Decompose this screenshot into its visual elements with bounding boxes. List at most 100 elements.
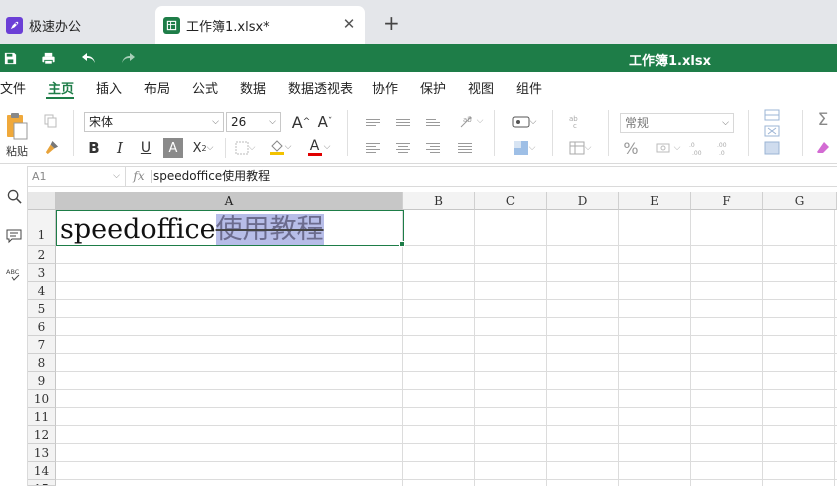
comment-icon[interactable]: [4, 226, 24, 246]
name-box[interactable]: A1 ⌵: [28, 167, 126, 186]
row-header[interactable]: 14: [28, 462, 56, 480]
row-header[interactable]: 7: [28, 336, 56, 354]
chevron-down-icon: ⌵: [722, 118, 729, 128]
print-icon[interactable]: [38, 49, 58, 67]
spreadsheet-icon: [163, 16, 180, 34]
menu-protect[interactable]: 保护: [420, 78, 446, 97]
align-top-icon[interactable]: [364, 114, 382, 130]
increase-decimal-icon[interactable]: .00.0: [714, 138, 734, 158]
justify-icon[interactable]: [456, 140, 474, 156]
search-icon[interactable]: [4, 186, 24, 206]
font-size-select[interactable]: 26 ⌵: [226, 112, 281, 132]
row-header[interactable]: 8: [28, 354, 56, 372]
svg-text:ab: ab: [463, 116, 472, 124]
shrink-font-button[interactable]: Aˇ: [315, 112, 335, 132]
format-painter-icon[interactable]: [42, 138, 60, 156]
column-header-d[interactable]: D: [547, 192, 619, 210]
row-header[interactable]: 12: [28, 426, 56, 444]
column-header-g[interactable]: G: [763, 192, 837, 210]
row-header[interactable]: 4: [28, 282, 56, 300]
align-left-icon[interactable]: [364, 140, 382, 156]
ribbon-separator: [494, 110, 495, 156]
menu-collaborate[interactable]: 协作: [372, 78, 398, 97]
close-icon[interactable]: ✕: [341, 16, 357, 32]
tab-home[interactable]: 极速办公: [0, 6, 150, 44]
border-icon[interactable]: ⌵: [234, 138, 256, 158]
menu-file[interactable]: 文件: [0, 78, 26, 97]
wrap-text-icon[interactable]: ab c: [566, 112, 586, 132]
column-header-e[interactable]: E: [619, 192, 691, 210]
insert-cells-icon[interactable]: [760, 108, 784, 122]
fill-color-icon[interactable]: ⌵: [268, 136, 292, 158]
menu-pivot[interactable]: 数据透视表: [288, 78, 353, 97]
column-header-c[interactable]: C: [475, 192, 547, 210]
tab-label: 极速办公: [29, 19, 82, 35]
menu-formula[interactable]: 公式: [192, 78, 218, 97]
subscript-button[interactable]: X 2 ⌵: [190, 138, 216, 158]
align-middle-icon[interactable]: [394, 114, 412, 130]
menu-data[interactable]: 数据: [240, 78, 266, 97]
menu-insert[interactable]: 插入: [96, 78, 122, 97]
row-header[interactable]: 6: [28, 318, 56, 336]
column-header-b[interactable]: B: [403, 192, 475, 210]
copy-icon[interactable]: [42, 112, 60, 130]
menu-layout[interactable]: 布局: [144, 78, 170, 97]
paste-icon[interactable]: [4, 110, 30, 142]
save-icon[interactable]: [0, 49, 20, 67]
bold-button[interactable]: B: [85, 138, 103, 158]
row-header[interactable]: 11: [28, 408, 56, 426]
row-header[interactable]: 5: [28, 300, 56, 318]
format-cells-icon[interactable]: [760, 140, 784, 156]
align-right-icon[interactable]: [424, 140, 442, 156]
spellcheck-icon[interactable]: ABC: [4, 264, 24, 284]
sum-button[interactable]: Σ: [814, 110, 832, 130]
column-header-f[interactable]: F: [691, 192, 763, 210]
new-tab-button[interactable]: +: [383, 13, 400, 33]
menu-view[interactable]: 视图: [468, 78, 494, 97]
delete-cells-icon[interactable]: [760, 124, 784, 138]
number-format-select[interactable]: 常规 ⌵: [620, 113, 734, 133]
decrease-decimal-icon[interactable]: .0.00: [688, 138, 708, 158]
align-center-icon[interactable]: [394, 140, 412, 156]
row-header[interactable]: 13: [28, 444, 56, 462]
fill-handle[interactable]: [399, 241, 405, 247]
row-header[interactable]: 15: [28, 480, 56, 486]
row-header[interactable]: 9: [28, 372, 56, 390]
underline-button[interactable]: U: [137, 138, 155, 158]
name-box-value: A1: [32, 170, 47, 183]
row-header[interactable]: 1: [28, 210, 56, 246]
undo-icon[interactable]: [79, 49, 99, 67]
font-color-icon[interactable]: A ⌵: [306, 136, 332, 158]
gridline: [56, 443, 837, 444]
italic-button[interactable]: I: [111, 138, 129, 158]
menu-components[interactable]: 组件: [516, 78, 542, 97]
redo-icon[interactable]: [118, 49, 138, 67]
function-icon[interactable]: fx: [131, 169, 147, 184]
clear-icon[interactable]: [814, 138, 832, 158]
strikethrough-button[interactable]: A: [163, 138, 183, 158]
gridline: [56, 479, 837, 480]
cell-a1[interactable]: speedoffice使用教程: [56, 210, 404, 246]
cell-grid[interactable]: speedoffice使用教程: [56, 210, 837, 486]
select-all-corner[interactable]: [28, 192, 56, 210]
row-header[interactable]: 10: [28, 390, 56, 408]
tab-workbook[interactable]: 工作簿1.xlsx* ✕: [155, 6, 365, 44]
ribbon-separator: [347, 110, 348, 156]
font-name-select[interactable]: 宋体 ⌵: [84, 112, 224, 132]
row-header[interactable]: 3: [28, 264, 56, 282]
ribbon-toolbar: 粘贴 宋体 ⌵ 26 ⌵ A ^ Aˇ B I U A X 2 ⌵ ⌵ ⌵ A …: [0, 100, 837, 164]
merge-cells-icon[interactable]: ⌵: [508, 138, 540, 158]
app-window: 极速办公 工作簿1.xlsx* ✕ + 工作簿1.xlsx 文件 主页 插入 布…: [0, 0, 837, 486]
row-header[interactable]: 2: [28, 246, 56, 264]
grow-font-button[interactable]: A ^: [291, 112, 311, 132]
menu-home[interactable]: 主页: [48, 78, 74, 97]
cell-a1-selected-text: 使用教程: [215, 214, 324, 245]
cell-style-icon[interactable]: ⌵: [508, 112, 540, 132]
currency-format-icon[interactable]: ⌵: [652, 138, 684, 158]
column-header-a[interactable]: A: [56, 192, 403, 210]
text-orientation-icon[interactable]: ab ⌵: [454, 112, 488, 130]
percent-button[interactable]: %: [620, 138, 642, 158]
align-bottom-icon[interactable]: [424, 114, 442, 130]
table-format-icon[interactable]: ⌵: [564, 138, 596, 158]
formula-input[interactable]: speedoffice使用教程: [153, 167, 270, 186]
